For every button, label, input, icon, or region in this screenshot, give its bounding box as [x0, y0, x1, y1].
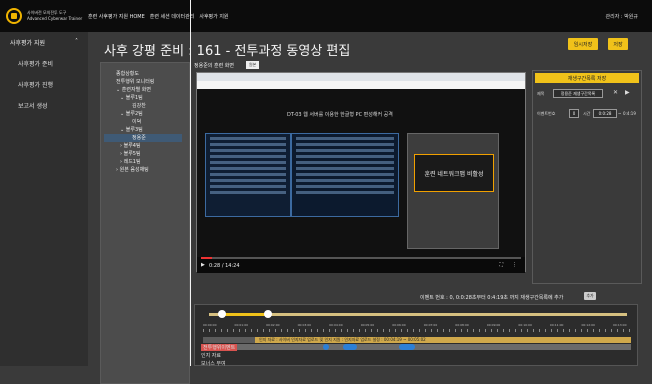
timeline-scale: [203, 329, 631, 332]
range-start-handle[interactable]: [217, 310, 226, 318]
slide-box: 훈련 네트워크맵 비활성: [414, 154, 494, 192]
original-badge[interactable]: 원본: [246, 61, 260, 69]
sidebar-item-prepare[interactable]: 사후평가 준비: [0, 59, 88, 68]
sidebar-item-progress[interactable]: 사후평가 진행: [0, 80, 88, 89]
video-time: 0:28 / 14:24: [209, 263, 240, 269]
timeline-panel: 00:00:00 00:01:00 00:02:00 00:03:00 00:04:00…: [194, 304, 638, 367]
terminal-window: [291, 133, 399, 217]
tree-item-trainee-selected[interactable]: 정용준: [104, 134, 182, 142]
tree-item-blue4[interactable]: › 블루4팀: [104, 142, 182, 150]
sidebar-section[interactable]: 사후평가 지원 ˄: [0, 32, 88, 47]
range-slider-fill: [221, 313, 268, 316]
tree-item-trainee[interactable]: 김강찬: [104, 102, 182, 110]
tree-item-blue5[interactable]: › 블루5팀: [104, 150, 182, 158]
video-label: 정용준의 훈련 화면: [194, 63, 234, 69]
tick-label: 00:13:00: [613, 323, 627, 327]
event-no-label: 이벤트번호: [537, 111, 556, 116]
time-end-field[interactable]: 0:4:19: [623, 111, 636, 116]
save-playlist-button[interactable]: 재생구간목록 저장: [535, 73, 639, 83]
video-progress-track[interactable]: [201, 257, 521, 259]
temp-save-button[interactable]: 임시저장: [568, 38, 598, 50]
tree-item-blue3[interactable]: ⌄ 블루3팀: [104, 126, 182, 134]
save-button[interactable]: 저장: [608, 38, 628, 50]
event-dot[interactable]: [343, 344, 357, 350]
trainee-tree: 종합상황도 전투행위 모니터링 ⌄ 훈련자별 화면 ⌄ 블루1팀 김강찬 ⌄ 블…: [104, 70, 182, 174]
tree-item-overview[interactable]: 종합상황도: [104, 70, 182, 78]
tick-label: 00:11:00: [549, 323, 564, 327]
nav-after-action[interactable]: 사후평가 지원: [199, 13, 228, 20]
tree-item-trainee[interactable]: 이덕: [104, 118, 182, 126]
browser-address-bar: [197, 81, 525, 89]
tick-label: 00:08:00: [455, 323, 469, 327]
tick-label: 00:12:00: [581, 323, 595, 327]
logo-icon: [6, 8, 22, 24]
tree-item-voice-chat[interactable]: › 원본 음성채팅: [104, 166, 182, 174]
fullscreen-icon[interactable]: ⛶: [499, 262, 503, 268]
terminal-window: [205, 133, 291, 217]
playlist-title-field[interactable]: 정용준 재생구간목록: [553, 89, 603, 98]
tree-item-blue1[interactable]: ⌄ 블루1팀: [104, 94, 182, 102]
tree-item-red1[interactable]: › 레드1팀: [104, 158, 182, 166]
tick-label: 00:02:00: [266, 323, 280, 327]
app-logo[interactable]: 사이버전 모의전투 도구 Advanced Cyberwar Trainer: [0, 8, 88, 24]
top-bar: 사이버전 모의전투 도구 Advanced Cyberwar Trainer 훈…: [0, 0, 652, 32]
timeline-row-cognitive: 인지 자료: [201, 352, 631, 359]
slide-title: DT-03 웹 서버를 이용한 한글형 PC 편성해커 공격: [287, 112, 393, 118]
tick-label: 00:10:00: [518, 323, 532, 327]
time-label: 시간: [583, 111, 591, 116]
slide-panel: 훈련 네트워크맵 비활성: [407, 133, 499, 249]
add-button[interactable]: 추가: [584, 292, 596, 300]
playlist-panel: 재생구간목록 저장 제목 정용준 재생구간목록 ✕ ▶ 이벤트번호 0 시간 0…: [532, 70, 642, 284]
range-end-handle[interactable]: [263, 310, 272, 318]
tick-label: 00:04:00: [329, 323, 343, 327]
video-player[interactable]: DT-03 웹 서버를 이용한 한글형 PC 편성해커 공격 훈련 네트워크맵 …: [196, 72, 526, 273]
event-summary: 이벤트 번호 : 0, 0:0:28초부터 0:4:19초 까지 재생구간목록에…: [420, 295, 564, 301]
sidebar: 사후평가 지원 ˄ 사후평가 준비 사후평가 진행 보고서 생성: [0, 32, 88, 366]
tick-label: 00:09:00: [486, 323, 501, 327]
video-progress-fill: [201, 257, 212, 259]
nav-home[interactable]: 훈련 사후평가 지원 HOME: [88, 13, 145, 20]
sidebar-section-title: 사후평가 지원: [10, 40, 46, 47]
admin-user[interactable]: 관리자 : 박원규: [606, 13, 638, 20]
timeline-row-events: 전투행위이벤트: [201, 344, 631, 351]
timeline-row-bonus: 보너스 부여: [201, 360, 631, 367]
track-label: 전투행위이벤트: [201, 344, 238, 351]
event-dot[interactable]: [399, 344, 415, 350]
time-start-field[interactable]: 0:0:28: [593, 109, 617, 118]
divider-line: [190, 0, 191, 366]
track-label: 인지 자료: [201, 353, 221, 359]
tick-label: 00:06:00: [392, 323, 406, 327]
browser-tabbar: [197, 73, 525, 81]
play-icon[interactable]: ▶: [201, 262, 205, 268]
play-icon[interactable]: ▶: [625, 89, 630, 96]
segment-label: 인지 자료 : 사이버 인지자료 업로드 및 인지 지원 : 인지자료 업로드 …: [259, 337, 426, 342]
chevron-up-icon: ˄: [75, 38, 78, 45]
logo-subtitle: Advanced Cyberwar Trainer: [27, 16, 83, 21]
timeline-row-events: 인지 자료 : 사이버 인지자료 업로드 및 인지 지원 : 인지자료 업로드 …: [203, 337, 631, 343]
close-icon[interactable]: ✕: [613, 89, 618, 96]
event-no-field[interactable]: 0: [569, 109, 579, 118]
video-controls: ▶ 0:28 / 14:24 ⛶ ⋮: [197, 257, 525, 273]
tick-label: 00:03:00: [297, 323, 312, 327]
tick-label: 00:05:00: [360, 323, 375, 327]
more-icon[interactable]: ⋮: [512, 262, 517, 268]
nav-session-data[interactable]: 훈련 세션 데이터관리: [150, 13, 195, 20]
tick-label: 00:07:00: [423, 323, 438, 327]
sidebar-item-report[interactable]: 보고서 생성: [0, 101, 88, 110]
tree-item-blue2[interactable]: ⌄ 블루2팀: [104, 110, 182, 118]
title-label: 제목: [537, 91, 545, 96]
video-frame[interactable]: DT-03 웹 서버를 이용한 한글형 PC 편성해커 공격 훈련 네트워크맵 …: [197, 89, 525, 273]
page-title: 사후 강평 준비 : 161 - 전투과정 동영상 편집: [104, 44, 351, 59]
range-slider[interactable]: [209, 310, 627, 318]
tree-item-monitoring[interactable]: 전투행위 모니터링: [104, 78, 182, 86]
event-dot[interactable]: [323, 344, 329, 350]
tilde-label: ~: [618, 111, 622, 116]
tree-item-trainee-screens[interactable]: ⌄ 훈련자별 화면: [104, 86, 182, 94]
tick-label: 00:01:00: [234, 323, 249, 327]
tick-label: 00:00:00: [203, 323, 217, 327]
